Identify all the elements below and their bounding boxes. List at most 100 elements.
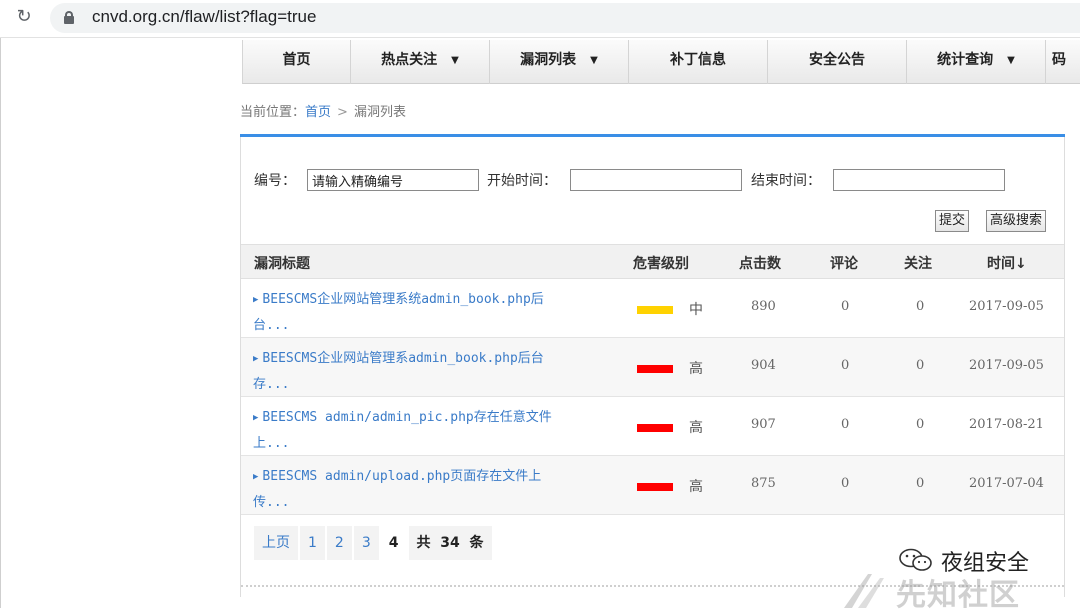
time-cell: 2017-09-05 xyxy=(969,299,1044,314)
start-time-input[interactable] xyxy=(570,169,742,191)
breadcrumb-current: 漏洞列表 xyxy=(353,105,406,120)
page-link-2[interactable]: 2 xyxy=(326,526,352,560)
bullet-arrow-icon: ▶ xyxy=(253,354,259,364)
page-link-1[interactable]: 1 xyxy=(300,526,325,560)
vuln-title-link[interactable]: ▶ BEESCMS企业网站管理系统admin_book.php后台... xyxy=(253,287,588,338)
comments-cell: 0 xyxy=(841,358,850,373)
nav-item-label: 热点关注 xyxy=(381,52,438,68)
total-prefix: 共 xyxy=(416,535,431,551)
vuln-title-link[interactable]: ▶ BEESCMS企业网站管理系admin_book.php后台存... xyxy=(253,346,588,397)
col-clicks-header[interactable]: 点击数 xyxy=(739,253,781,273)
vuln-title-link[interactable]: ▶ BEESCMS admin/admin_pic.php存在任意文件上... xyxy=(253,405,588,456)
nav-item-more[interactable]: 码 xyxy=(1046,40,1080,84)
severity-label: 高 xyxy=(689,479,703,495)
vuln-title-link[interactable]: ▶ BEESCMS admin/upload.php页面存在文件上传... xyxy=(253,464,588,515)
pagination: 上页 1 2 3 4 共 34 条 xyxy=(254,526,494,560)
vuln-title-line2: 传... xyxy=(253,495,290,510)
vuln-title-line1: BEESCMS admin/admin_pic.php存在任意文件 xyxy=(262,410,552,425)
chevron-down-icon: ▼ xyxy=(451,55,459,66)
vuln-title-line2: 上... xyxy=(253,436,290,451)
nav-item-home[interactable]: 首页 xyxy=(243,40,351,84)
address-bar[interactable]: cnvd.org.cn/flaw/list?flag=true xyxy=(50,3,1080,33)
xianzhi-logo-icon xyxy=(844,574,884,608)
vuln-title-line1: BEESCMS企业网站管理系admin_book.php后台 xyxy=(262,351,544,366)
nav-item-label: 漏洞列表 xyxy=(520,52,577,68)
prev-page-button[interactable]: 上页 xyxy=(254,526,298,560)
chevron-down-icon: ▼ xyxy=(590,55,598,66)
main-nav: 首页 热点关注 ▼ 漏洞列表 ▼ 补丁信息 安全公告 统计查询 ▼ 码 xyxy=(242,40,1080,84)
col-title-header[interactable]: 漏洞标题 xyxy=(254,253,310,273)
vuln-list-panel: 编号： 开始时间： 结束时间： 提交 高级搜索 漏洞标题 危害级别 点击数 评论… xyxy=(240,137,1065,597)
nav-item-stats[interactable]: 统计查询 ▼ xyxy=(907,40,1046,84)
sort-desc-icon: ↓ xyxy=(1015,256,1027,272)
nav-item-bulletin[interactable]: 安全公告 xyxy=(768,40,907,84)
time-cell: 2017-07-04 xyxy=(969,476,1044,491)
follows-cell: 0 xyxy=(916,358,925,373)
page-link-3[interactable]: 3 xyxy=(353,526,379,560)
nav-item-label: 码 xyxy=(1052,52,1066,68)
severity-label: 高 xyxy=(689,361,703,377)
vuln-title-line1: BEESCMS企业网站管理系统admin_book.php后 xyxy=(262,292,544,307)
id-label: 编号： xyxy=(254,173,296,189)
bullet-arrow-icon: ▶ xyxy=(253,295,259,305)
severity-bar xyxy=(637,306,673,314)
clicks-cell: 907 xyxy=(751,417,776,432)
follows-cell: 0 xyxy=(916,417,925,432)
nav-item-label: 统计查询 xyxy=(937,52,994,68)
xianzhi-watermark-text: 先知社区 xyxy=(896,578,1020,613)
col-comments-header[interactable]: 评论 xyxy=(830,253,858,273)
table-row: ▶ BEESCMS企业网站管理系统admin_book.php后台... 中 89… xyxy=(241,279,1064,338)
browser-toolbar: ↻ cnvd.org.cn/flaw/list?flag=true xyxy=(0,0,1080,38)
total-value: 34 xyxy=(440,535,460,551)
table-row: ▶ BEESCMS admin/upload.php页面存在文件上 传... 高 8… xyxy=(241,456,1064,515)
table-header: 漏洞标题 危害级别 点击数 评论 关注 时间↓ xyxy=(241,244,1064,279)
wechat-icon xyxy=(899,548,932,571)
vuln-table: 漏洞标题 危害级别 点击数 评论 关注 时间↓ ▶ BEESCMS企业网站管理系统… xyxy=(241,244,1064,515)
start-time-label: 开始时间： xyxy=(487,173,557,189)
breadcrumb-separator: > xyxy=(337,105,348,120)
bullet-arrow-icon: ▶ xyxy=(253,472,259,482)
severity-bar xyxy=(637,483,673,491)
chevron-down-icon: ▼ xyxy=(1007,55,1015,66)
table-row: ▶ BEESCMS企业网站管理系admin_book.php后台存... 高 90… xyxy=(241,338,1064,397)
vuln-title-line2: 存... xyxy=(253,377,290,392)
col-time-header[interactable]: 时间↓ xyxy=(987,253,1027,273)
lock-icon[interactable] xyxy=(64,11,74,24)
nav-item-patch[interactable]: 补丁信息 xyxy=(629,40,768,84)
time-cell: 2017-08-21 xyxy=(969,417,1044,432)
follows-cell: 0 xyxy=(916,476,925,491)
comments-cell: 0 xyxy=(841,299,850,314)
col-follows-header[interactable]: 关注 xyxy=(904,253,932,273)
window-edge xyxy=(0,38,1,608)
comments-cell: 0 xyxy=(841,417,850,432)
bullet-arrow-icon: ▶ xyxy=(253,413,259,423)
table-row: ▶ BEESCMS admin/admin_pic.php存在任意文件上... 高… xyxy=(241,397,1064,456)
clicks-cell: 890 xyxy=(751,299,776,314)
time-cell: 2017-09-05 xyxy=(969,358,1044,373)
vuln-title-line1: BEESCMS admin/upload.php页面存在文件上 xyxy=(262,469,542,484)
breadcrumb: 当前位置：首页 > 漏洞列表 xyxy=(240,101,406,120)
severity-label: 高 xyxy=(689,420,703,436)
nav-item-vuln-list[interactable]: 漏洞列表 ▼ xyxy=(490,40,629,84)
advanced-search-button[interactable]: 高级搜索 xyxy=(986,210,1047,232)
follows-cell: 0 xyxy=(916,299,925,314)
severity-bar xyxy=(637,365,673,373)
severity-bar xyxy=(637,424,673,432)
id-input[interactable] xyxy=(307,169,479,191)
reload-icon[interactable]: ↻ xyxy=(14,7,34,27)
nav-item-hot[interactable]: 热点关注 ▼ xyxy=(351,40,490,84)
total-count: 共 34 条 xyxy=(408,526,492,560)
end-time-label: 结束时间： xyxy=(751,173,821,189)
clicks-cell: 904 xyxy=(751,358,776,373)
severity-label: 中 xyxy=(689,302,703,318)
submit-button[interactable]: 提交 xyxy=(935,210,970,232)
breadcrumb-home-link[interactable]: 首页 xyxy=(305,105,331,120)
end-time-input[interactable] xyxy=(833,169,1005,191)
total-suffix: 条 xyxy=(469,535,484,551)
url-text[interactable]: cnvd.org.cn/flaw/list?flag=true xyxy=(92,7,316,27)
nav-item-label: 补丁信息 xyxy=(670,52,726,68)
breadcrumb-prefix: 当前位置： xyxy=(240,105,306,120)
col-severity-header[interactable]: 危害级别 xyxy=(633,253,689,273)
comments-cell: 0 xyxy=(841,476,850,491)
vuln-title-line2: 台... xyxy=(253,318,290,333)
